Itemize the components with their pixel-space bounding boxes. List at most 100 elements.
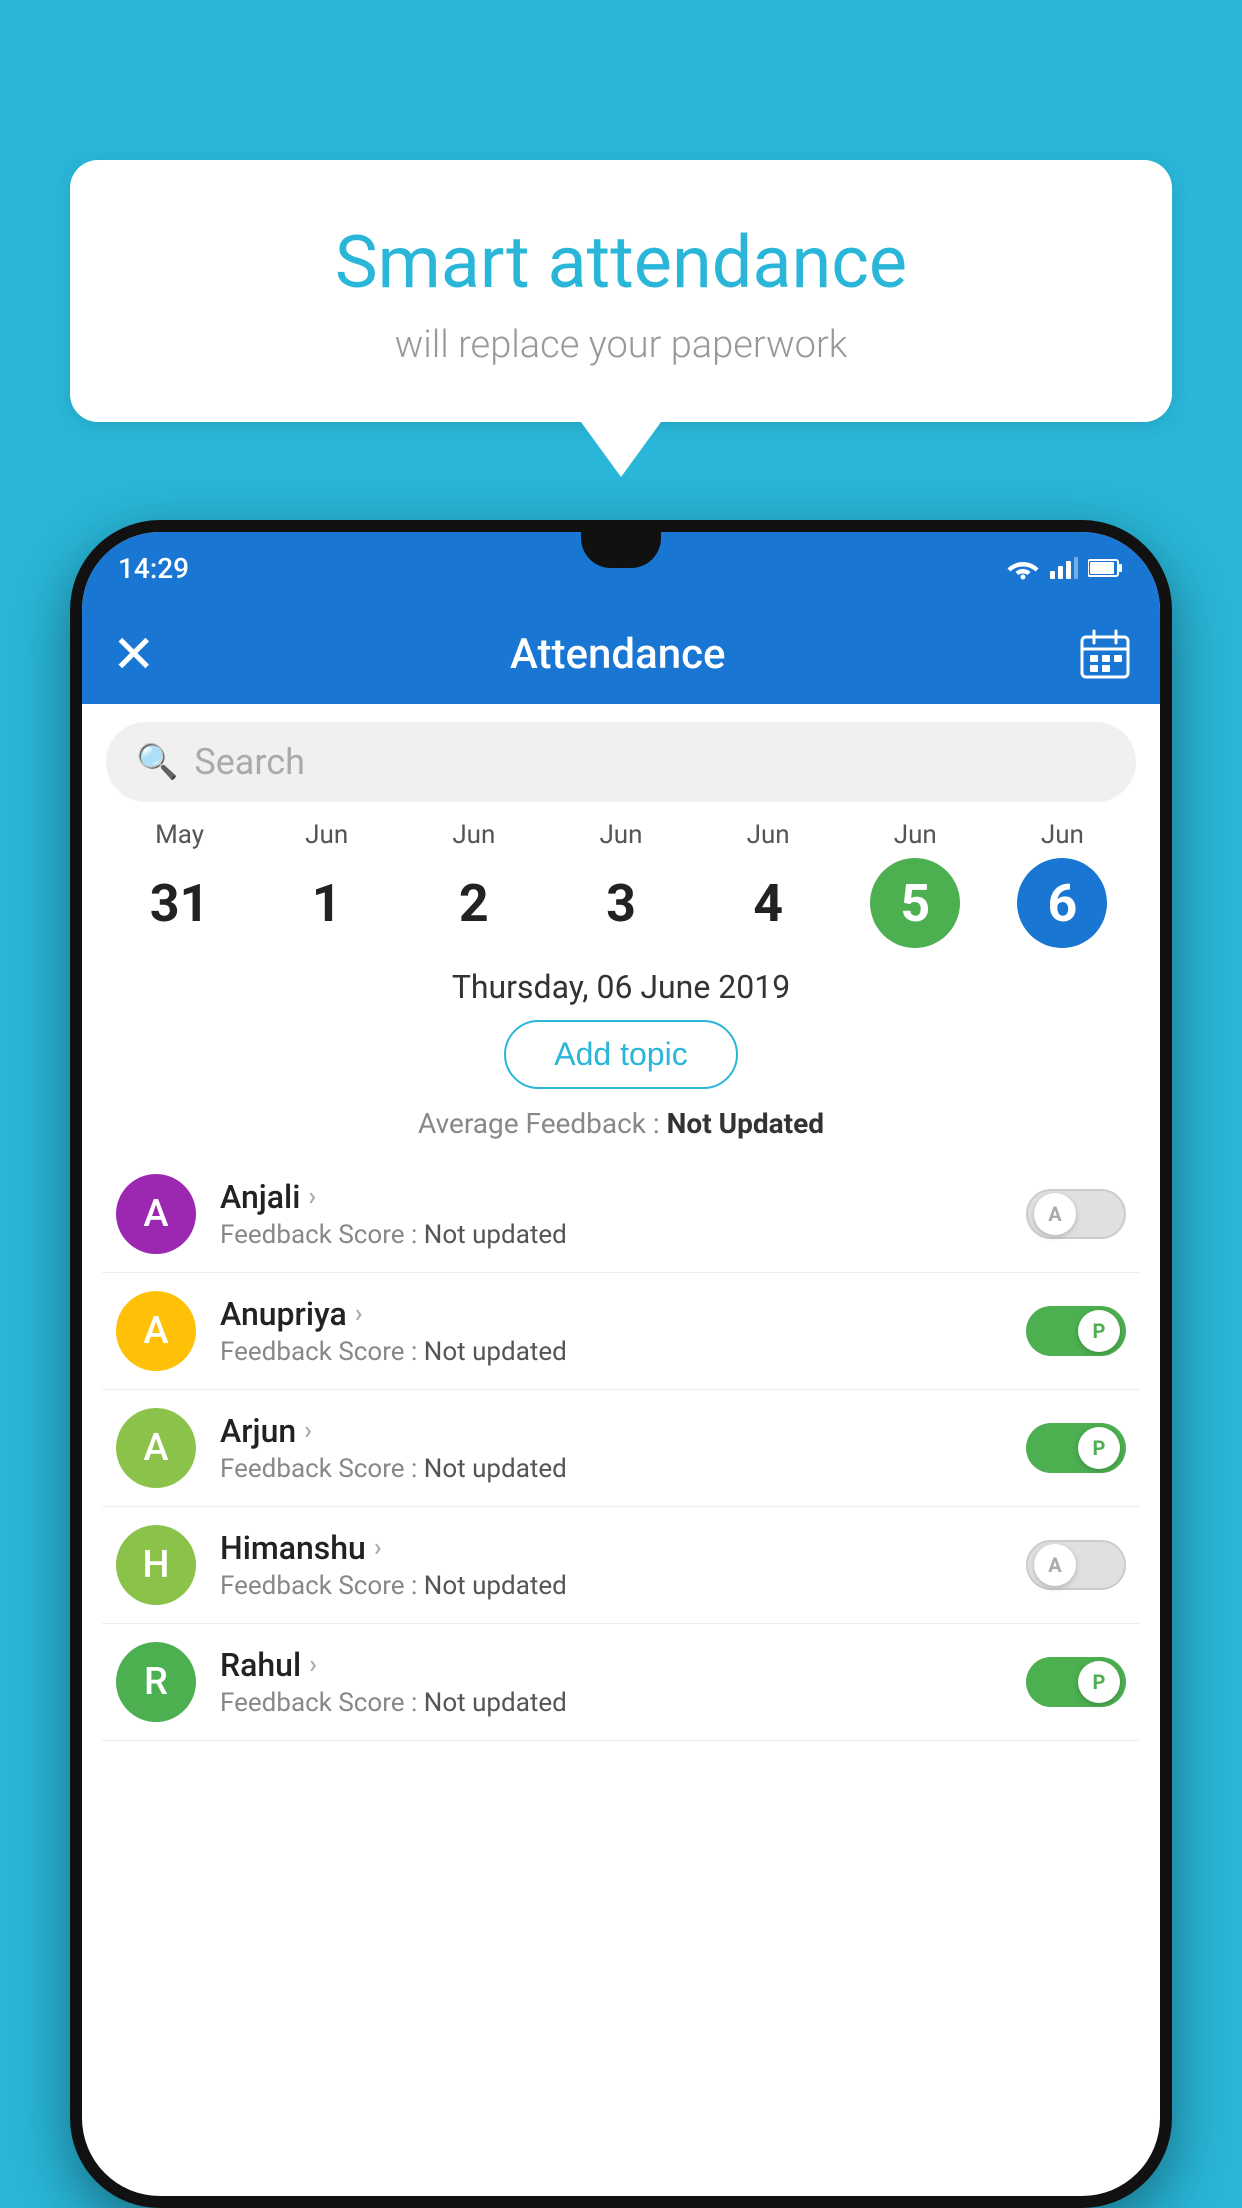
toggle-wrapper[interactable]: P — [1026, 1423, 1126, 1473]
app-bar: ✕ Attendance — [82, 604, 1160, 704]
cal-num[interactable]: 1 — [282, 858, 372, 948]
calendar-day-3[interactable]: Jun 3 — [576, 820, 666, 948]
feedback-label: Feedback Score : — [220, 1454, 417, 1484]
student-item-4: R Rahul › Feedback Score : Not updated P — [102, 1624, 1140, 1741]
status-icons — [1006, 556, 1124, 580]
student-item-0: A Anjali› Feedback Score : Not updated A — [102, 1156, 1140, 1273]
feedback-value: Not updated — [424, 1571, 567, 1601]
status-time: 14:29 — [118, 552, 189, 585]
cal-month: Jun — [305, 820, 348, 850]
feedback-label: Feedback Score : — [220, 1688, 417, 1718]
app-bar-title: Attendance — [510, 630, 725, 679]
add-topic-button[interactable]: Add topic — [504, 1020, 737, 1089]
student-info: Arjun › Feedback Score : Not updated — [220, 1412, 1002, 1484]
student-name-text: Anjali — [220, 1178, 300, 1216]
toggle-knob: P — [1078, 1427, 1120, 1469]
student-info: Anupriya › Feedback Score : Not updated — [220, 1295, 1002, 1367]
attendance-toggle[interactable]: P — [1026, 1423, 1126, 1473]
phone-frame: 14:29 — [70, 520, 1172, 2208]
avatar: R — [116, 1642, 196, 1722]
avg-feedback-label: Average Feedback : — [418, 1107, 660, 1140]
toggle-knob: A — [1034, 1544, 1076, 1586]
feedback-score: Feedback Score : Not updated — [220, 1454, 1002, 1484]
feedback-score: Feedback Score : Not updated — [220, 1688, 1002, 1718]
cal-month: Jun — [599, 820, 642, 850]
feedback-value: Not updated — [424, 1688, 567, 1718]
chevron-icon: › — [355, 1299, 363, 1329]
search-input[interactable]: Search — [194, 741, 305, 783]
cal-num[interactable]: 5 — [870, 858, 960, 948]
student-list: AAnjali›Feedback Score : Not updatedAAAn… — [82, 1156, 1160, 1741]
calendar-day-0[interactable]: May 31 — [135, 820, 225, 948]
search-bar[interactable]: 🔍 Search — [106, 722, 1136, 802]
student-item-2: A Arjun › Feedback Score : Not updated P — [102, 1390, 1140, 1507]
cal-month: Jun — [452, 820, 495, 850]
avatar: A — [116, 1291, 196, 1371]
student-name-text: Rahul — [220, 1646, 301, 1684]
cal-num[interactable]: 31 — [135, 858, 225, 948]
calendar-day-1[interactable]: Jun 1 — [282, 820, 372, 948]
toggle-wrapper[interactable]: P — [1026, 1657, 1126, 1707]
cal-month: Jun — [894, 820, 937, 850]
cal-num[interactable]: 4 — [723, 858, 813, 948]
student-info: Rahul › Feedback Score : Not updated — [220, 1646, 1002, 1718]
student-info: Anjali› Feedback Score : Not updated — [220, 1178, 1002, 1250]
avg-feedback: Average Feedback : Not Updated — [82, 1107, 1160, 1140]
cal-num[interactable]: 2 — [429, 858, 519, 948]
speech-bubble-title: Smart attendance — [120, 220, 1122, 305]
attendance-toggle[interactable]: P — [1026, 1657, 1126, 1707]
cal-num[interactable]: 6 — [1017, 858, 1107, 948]
phone-inner: 14:29 — [82, 532, 1160, 2196]
calendar-day-6[interactable]: Jun 6 — [1017, 820, 1107, 948]
student-name-text: Arjun — [220, 1412, 296, 1450]
toggle-knob: P — [1078, 1661, 1120, 1703]
student-name[interactable]: Rahul › — [220, 1646, 1002, 1684]
battery-icon — [1088, 558, 1124, 578]
student-name-text: Himanshu — [220, 1529, 366, 1567]
chevron-icon: › — [309, 1650, 317, 1680]
cal-month: May — [155, 820, 204, 850]
status-bar: 14:29 — [82, 532, 1160, 604]
calendar-day-2[interactable]: Jun 2 — [429, 820, 519, 948]
student-name[interactable]: Arjun › — [220, 1412, 1002, 1450]
feedback-label: Feedback Score : — [220, 1220, 417, 1250]
calendar-icon[interactable] — [1080, 629, 1130, 679]
toggle-wrapper[interactable]: P — [1026, 1306, 1126, 1356]
student-info: Himanshu › Feedback Score : Not updated — [220, 1529, 1002, 1601]
search-icon: 🔍 — [136, 742, 178, 782]
avatar: H — [116, 1525, 196, 1605]
attendance-toggle[interactable]: A — [1026, 1189, 1126, 1239]
attendance-toggle[interactable]: A — [1026, 1540, 1126, 1590]
calendar-day-4[interactable]: Jun4 — [723, 820, 813, 948]
speech-bubble-container: Smart attendance will replace your paper… — [70, 160, 1172, 477]
feedback-label: Feedback Score : — [220, 1337, 417, 1367]
avatar: A — [116, 1408, 196, 1488]
speech-bubble-subtitle: will replace your paperwork — [120, 323, 1122, 367]
avatar: A — [116, 1174, 196, 1254]
cal-month: Jun — [1041, 820, 1084, 850]
feedback-value: Not updated — [424, 1220, 567, 1250]
student-name-text: Anupriya — [220, 1295, 347, 1333]
student-name[interactable]: Anjali› — [220, 1178, 1002, 1216]
toggle-knob: A — [1034, 1193, 1076, 1235]
feedback-score: Feedback Score : Not updated — [220, 1220, 1002, 1250]
feedback-value: Not updated — [424, 1337, 567, 1367]
chevron-icon: › — [304, 1416, 312, 1446]
avg-feedback-value: Not Updated — [667, 1107, 824, 1140]
feedback-label: Feedback Score : — [220, 1571, 417, 1601]
feedback-score: Feedback Score : Not updated — [220, 1571, 1002, 1601]
close-button[interactable]: ✕ — [112, 624, 156, 685]
calendar-day-5[interactable]: Jun 5 — [870, 820, 960, 948]
toggle-wrapper[interactable]: A — [1026, 1189, 1126, 1239]
feedback-value: Not updated — [424, 1454, 567, 1484]
student-name[interactable]: Anupriya › — [220, 1295, 1002, 1333]
toggle-wrapper[interactable]: A — [1026, 1540, 1126, 1590]
notch — [581, 532, 661, 568]
signal-icon — [1050, 557, 1078, 579]
speech-bubble-arrow — [581, 422, 661, 477]
student-name[interactable]: Himanshu › — [220, 1529, 1002, 1567]
chevron-icon: › — [374, 1533, 382, 1563]
wifi-icon — [1006, 556, 1040, 580]
cal-num[interactable]: 3 — [576, 858, 666, 948]
attendance-toggle[interactable]: P — [1026, 1306, 1126, 1356]
